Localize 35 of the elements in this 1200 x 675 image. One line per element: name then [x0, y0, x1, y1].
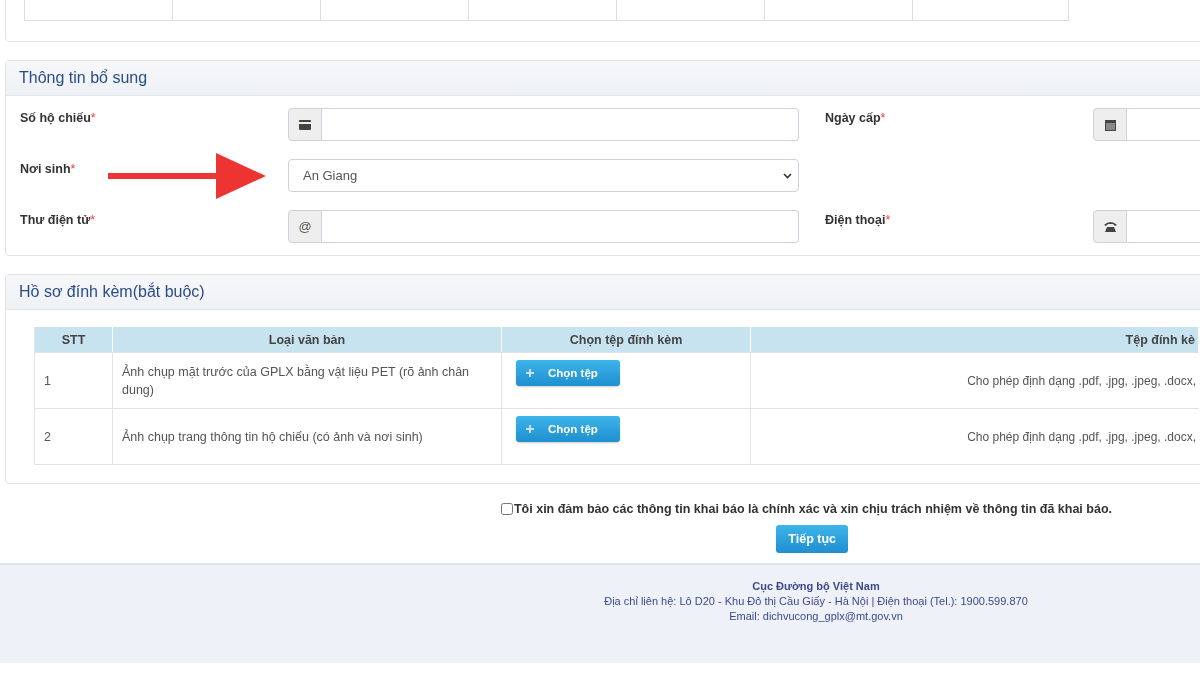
continue-button[interactable]: Tiếp tục	[776, 525, 848, 553]
column-header: Tệp đính kè	[751, 327, 1199, 352]
field-label: Ngày cấp*	[825, 110, 886, 125]
field-label: Nơi sinh*	[20, 161, 76, 176]
input-field[interactable]	[322, 210, 799, 243]
organization-name: Cục Đường bộ Việt Nam	[752, 579, 880, 594]
field-label: Số hộ chiếu*	[20, 110, 96, 125]
table-cell: 1	[35, 352, 113, 408]
input-field[interactable]	[322, 108, 799, 141]
panel-title: Hồ sơ đính kèm(bắt buộc)	[19, 283, 205, 301]
at-sign-label: @	[298, 219, 312, 234]
choose-file-button[interactable]: Chọn tệp	[516, 416, 620, 442]
column-header: Loại văn bản	[113, 327, 502, 352]
plus-icon	[526, 425, 534, 433]
column-header: STT	[35, 327, 113, 352]
phone-icon	[1103, 221, 1117, 232]
column-header: Chọn tệp đính kèm	[502, 327, 751, 352]
contact-address: Địa chỉ liên hệ: Lô D20 - Khu Đô thị Cầu Giấy - Hà Nội | Điện thoại (Tel.): 1900.599.870	[604, 594, 1028, 609]
table-cell: Ảnh chụp trang thông tin hộ chiếu (có ảnh và nơi sinh)	[113, 408, 502, 464]
agreement-text: Tôi xin đảm bảo các thông tin khai báo là chính xác và xin chịu trách nhiệm về thông tin đã khai báo.	[513, 502, 1112, 516]
card-icon	[299, 119, 311, 130]
calendar-icon	[1104, 118, 1116, 131]
panel-title: Thông tin bổ sung	[19, 69, 148, 87]
table-cell: Cho phép định dạng .pdf, .jpg, .jpeg, .docx,	[967, 429, 1196, 444]
field-label: Điện thoại*	[825, 212, 891, 227]
plus-icon	[526, 369, 534, 377]
dropdown-field[interactable]: An Giang	[288, 159, 799, 192]
contact-email: Email: dichvucong_gplx@mt.gov.vn	[729, 609, 903, 624]
table-cell: 2	[35, 408, 113, 464]
table-cell: Ảnh chụp mặt trước của GPLX bằng vật liệu PET (rõ ảnh chân dung)	[113, 352, 502, 408]
agreement-checkbox[interactable]	[500, 503, 513, 515]
table-cell: Cho phép định dạng .pdf, .jpg, .jpeg, .docx,	[967, 373, 1196, 388]
choose-file-button[interactable]: Chọn tệp	[516, 360, 620, 386]
chevron-down-icon	[783, 172, 792, 179]
field-label: Thư điện tử*	[20, 212, 96, 227]
